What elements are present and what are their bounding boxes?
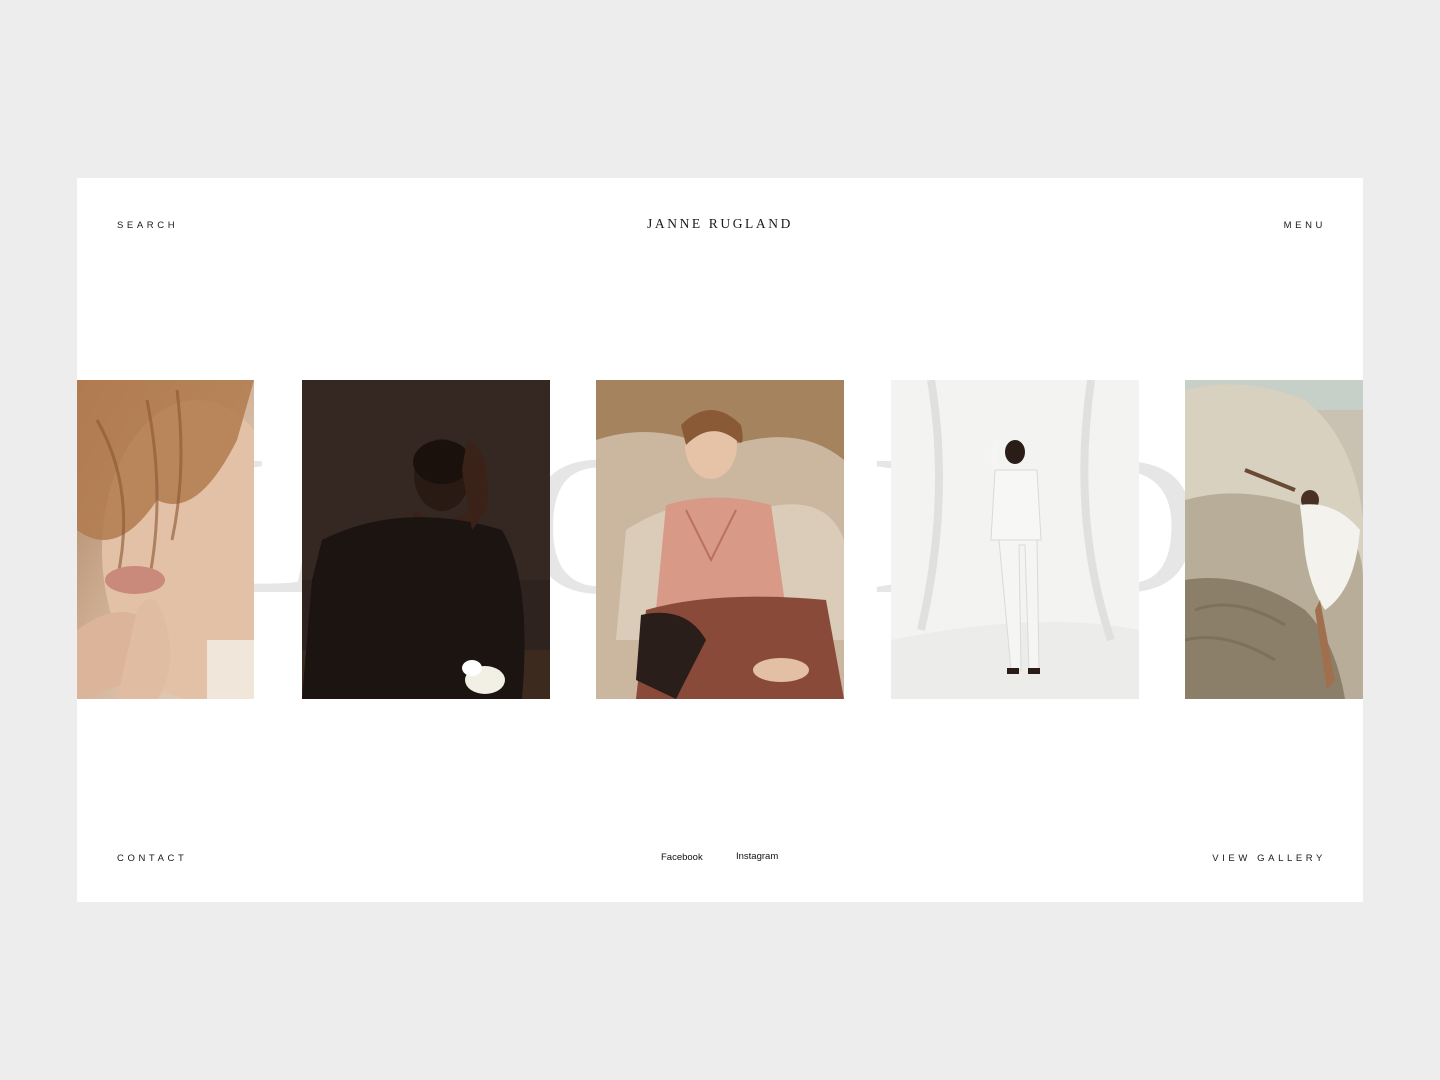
contact-link[interactable]: CONTACT xyxy=(117,853,187,864)
facebook-link[interactable]: Facebook xyxy=(661,852,703,863)
site-logo: JANNE RUGLAND xyxy=(77,216,1363,232)
gallery-photo-2[interactable] xyxy=(302,380,550,699)
photo-dark-portrait xyxy=(302,380,550,699)
page-card: SEARCH JANNE RUGLAND MENU LEGEND xyxy=(77,178,1363,902)
gallery-photo-3[interactable] xyxy=(596,380,844,699)
gallery-photo-4[interactable] xyxy=(891,380,1139,699)
search-link[interactable]: SEARCH xyxy=(117,220,178,231)
view-gallery-link[interactable]: VIEW GALLERY xyxy=(1212,853,1326,864)
photo-reclining-portrait xyxy=(596,380,844,699)
photo-white-suit xyxy=(891,380,1139,699)
instagram-link[interactable]: Instagram xyxy=(736,851,778,862)
gallery-photo-5[interactable] xyxy=(1185,380,1363,699)
photo-figure-on-rock xyxy=(1185,380,1363,699)
photo-close-up-face xyxy=(77,380,254,699)
menu-button[interactable]: MENU xyxy=(1284,220,1326,231)
brand-name[interactable]: JANNE RUGLAND xyxy=(647,216,793,231)
gallery-photo-1[interactable] xyxy=(77,380,254,699)
